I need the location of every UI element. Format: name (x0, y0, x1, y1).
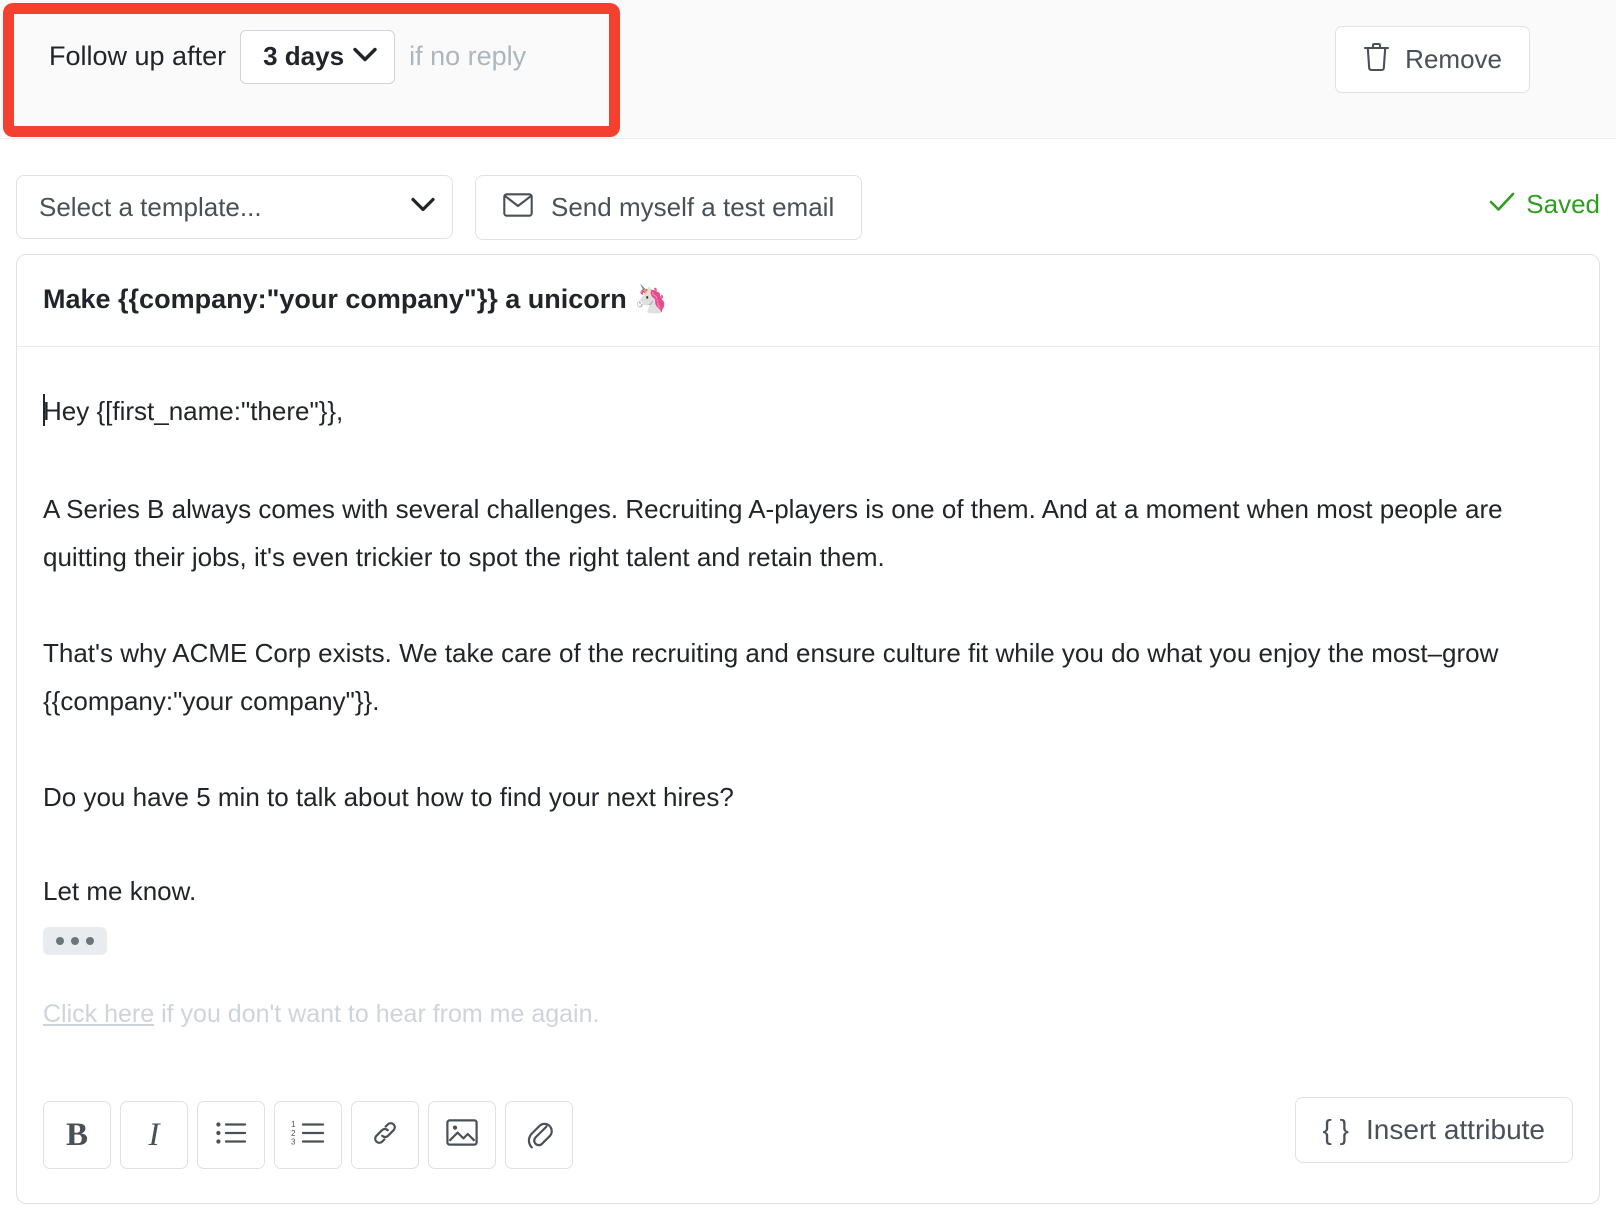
followup-header-band: Follow up after 3 days if no reply (0, 0, 1616, 139)
followup-delay-select[interactable]: 3 days (240, 30, 395, 84)
email-body-editor[interactable]: Hey {[first_name:"there"}}, A Series B a… (17, 347, 1599, 1047)
insert-attribute-label: Insert attribute (1366, 1114, 1545, 1146)
remove-button-label: Remove (1405, 44, 1502, 75)
unsubscribe-text: if you don't want to hear from me again. (154, 1000, 599, 1028)
template-toolbar-row: Select a template... Send myself a test … (0, 139, 1616, 254)
email-sequence-step-editor: Follow up after 3 days if no reply (0, 0, 1616, 1228)
followup-delay-select-wrapper: 3 days (240, 30, 395, 84)
saved-label: Saved (1526, 189, 1600, 220)
italic-icon: I (149, 1117, 160, 1154)
email-editor-card: Make {{company:"your company"}} a unicor… (16, 254, 1600, 1204)
bold-icon: B (66, 1117, 88, 1154)
numbered-list-button[interactable]: 1 2 3 (274, 1101, 342, 1169)
bullet-list-button[interactable] (197, 1101, 265, 1169)
format-button-group: B I (43, 1101, 573, 1169)
link-icon (369, 1117, 401, 1154)
followup-suffix-label: if no reply (409, 41, 526, 72)
body-paragraph-greeting[interactable]: Hey {[first_name:"there"}}, (43, 387, 1543, 435)
paperclip-icon (525, 1117, 553, 1154)
template-select[interactable]: Select a template... (16, 175, 453, 239)
unsubscribe-line: Click here if you don't want to hear fro… (43, 997, 1573, 1031)
curly-braces-icon: { } (1323, 1114, 1349, 1146)
followup-after-label: Follow up after (49, 41, 226, 72)
subject-row[interactable]: Make {{company:"your company"}} a unicor… (17, 255, 1599, 347)
send-test-email-label: Send myself a test email (551, 192, 834, 223)
attachment-button[interactable] (505, 1101, 573, 1169)
subject-input[interactable]: Make {{company:"your company"}} a unicor… (43, 283, 668, 315)
body-paragraph-1[interactable]: A Series B always comes with several cha… (43, 485, 1543, 581)
numbered-list-icon: 1 2 3 (291, 1120, 325, 1151)
ellipsis-dot-icon (71, 937, 79, 945)
check-icon (1489, 189, 1515, 220)
envelope-icon (503, 193, 533, 222)
body-paragraph-2[interactable]: That's why ACME Corp exists. We take car… (43, 629, 1543, 725)
body-greeting-text: Hey {[first_name:"there"}}, (43, 396, 343, 426)
editor-format-toolbar: B I (17, 1075, 1599, 1203)
image-icon (446, 1119, 478, 1151)
ellipsis-dot-icon (56, 937, 64, 945)
bullet-list-icon (215, 1120, 247, 1151)
remove-button[interactable]: Remove (1335, 26, 1530, 93)
followup-settings-group: Follow up after 3 days if no reply (49, 30, 526, 84)
image-button[interactable] (428, 1101, 496, 1169)
trash-icon (1363, 42, 1390, 77)
svg-text:3: 3 (291, 1137, 296, 1146)
body-paragraph-4[interactable]: Let me know. (43, 867, 1543, 915)
template-select-wrapper: Select a template... (16, 175, 453, 239)
ellipsis-dot-icon (86, 937, 94, 945)
send-test-email-button[interactable]: Send myself a test email (475, 175, 862, 240)
italic-button[interactable]: I (120, 1101, 188, 1169)
bold-button[interactable]: B (43, 1101, 111, 1169)
status-badge: Saved (1489, 189, 1600, 220)
unsubscribe-link[interactable]: Click here (43, 1000, 154, 1028)
link-button[interactable] (351, 1101, 419, 1169)
body-paragraph-3[interactable]: Do you have 5 min to talk about how to f… (43, 773, 1543, 821)
insert-attribute-button[interactable]: { } Insert attribute (1295, 1097, 1573, 1163)
signature-expand-button[interactable] (43, 927, 107, 955)
